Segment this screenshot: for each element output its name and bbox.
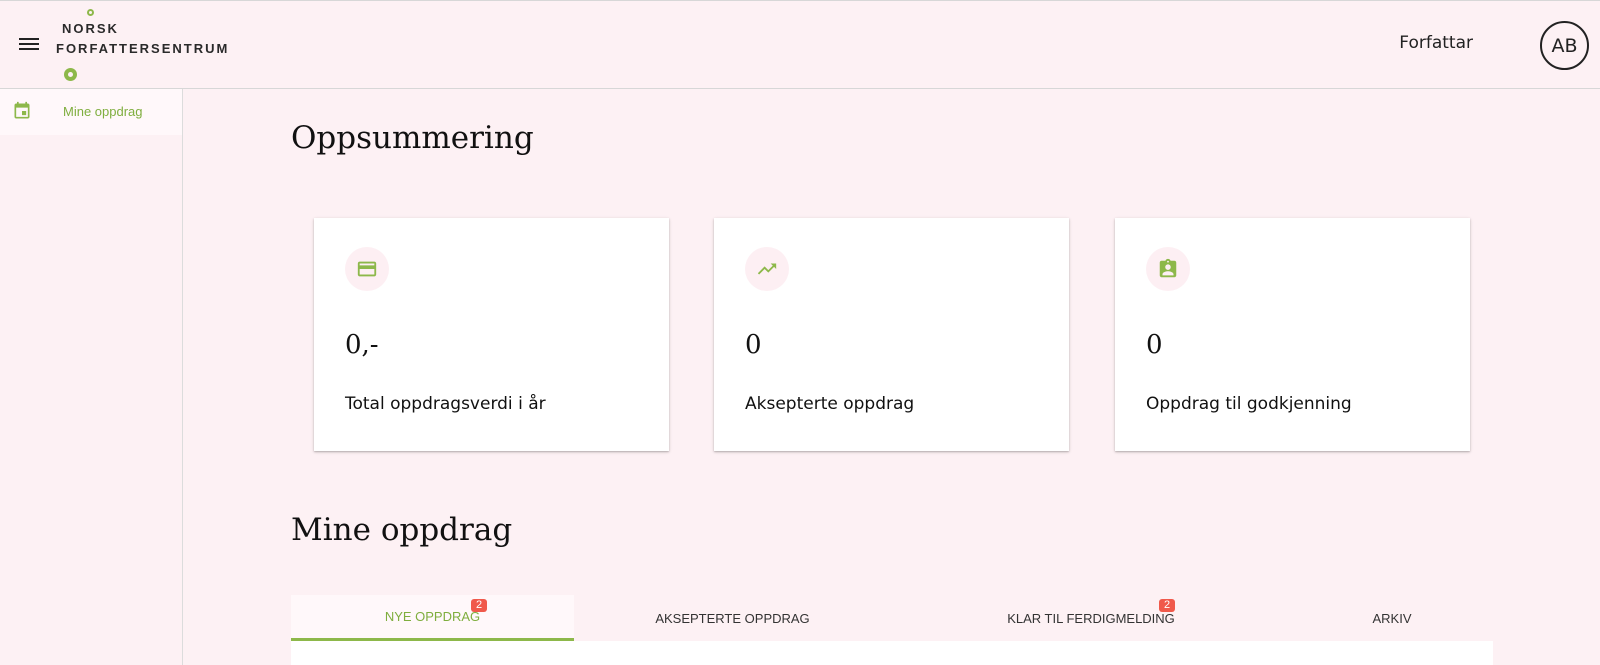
tab-klar-til-ferdigmelding[interactable]: KLAR TIL FERDIGMELDING 2 bbox=[891, 595, 1291, 641]
summary-card-pending-approval: 0 Oppdrag til godkjenning bbox=[1115, 218, 1470, 451]
card-value: 0 bbox=[1146, 330, 1163, 360]
card-value: 0 bbox=[745, 330, 762, 360]
card-value: 0,- bbox=[345, 330, 379, 360]
hamburger-menu-icon[interactable] bbox=[16, 35, 42, 57]
card-label: Total oppdragsverdi i år bbox=[345, 394, 546, 414]
tab-label: AKSEPTERTE OPPDRAG bbox=[655, 610, 810, 626]
trending-up-icon bbox=[745, 247, 789, 291]
assignment-ind-icon bbox=[1146, 247, 1190, 291]
tab-badge: 2 bbox=[471, 599, 488, 612]
tab-panel bbox=[291, 641, 1493, 665]
sidebar: Mine oppdrag bbox=[0, 89, 183, 665]
tab-nye-oppdrag[interactable]: NYE OPPDRAG 2 bbox=[291, 595, 574, 641]
sidebar-item-label: Mine oppdrag bbox=[63, 104, 143, 119]
credit-card-icon bbox=[345, 247, 389, 291]
logo-small-ring bbox=[87, 9, 94, 16]
user-avatar[interactable]: AB bbox=[1540, 21, 1589, 70]
summary-card-accepted: 0 Aksepterte oppdrag bbox=[714, 218, 1069, 451]
tab-label: KLAR TIL FERDIGMELDING bbox=[1007, 610, 1175, 626]
tab-label: ARKIV bbox=[1372, 610, 1412, 626]
norsk-forfattersentrum-logo[interactable]: NORSK FORFATTERSENTRUM bbox=[56, 7, 236, 85]
card-label: Aksepterte oppdrag bbox=[745, 394, 915, 414]
card-label: Oppdrag til godkjenning bbox=[1146, 394, 1352, 414]
tab-badge: 2 bbox=[1159, 599, 1176, 612]
logo-text-line2: FORFATTERSENTRUM bbox=[56, 41, 230, 56]
logo-big-ring bbox=[64, 68, 77, 81]
calendar-icon bbox=[12, 101, 32, 121]
top-app-bar: NORSK FORFATTERSENTRUM Forfattar AB bbox=[0, 0, 1600, 89]
tab-strip: NYE OPPDRAG 2 AKSEPTERTE OPPDRAG KLAR TI… bbox=[291, 595, 1493, 641]
summary-card-total-value: 0,- Total oppdragsverdi i år bbox=[314, 218, 669, 451]
assignments-tabs: NYE OPPDRAG 2 AKSEPTERTE OPPDRAG KLAR TI… bbox=[291, 595, 1493, 665]
user-role-label[interactable]: Forfattar bbox=[1399, 33, 1473, 53]
tab-label: NYE OPPDRAG bbox=[384, 609, 481, 624]
sidebar-item-mine-oppdrag[interactable]: Mine oppdrag bbox=[0, 89, 182, 135]
tab-arkiv[interactable]: ARKIV bbox=[1291, 595, 1493, 641]
logo-text-line1: NORSK bbox=[62, 21, 119, 36]
summary-heading: Oppsummering bbox=[291, 120, 534, 156]
assignments-heading: Mine oppdrag bbox=[291, 512, 513, 548]
tab-aksepterte-oppdrag[interactable]: AKSEPTERTE OPPDRAG bbox=[574, 595, 891, 641]
